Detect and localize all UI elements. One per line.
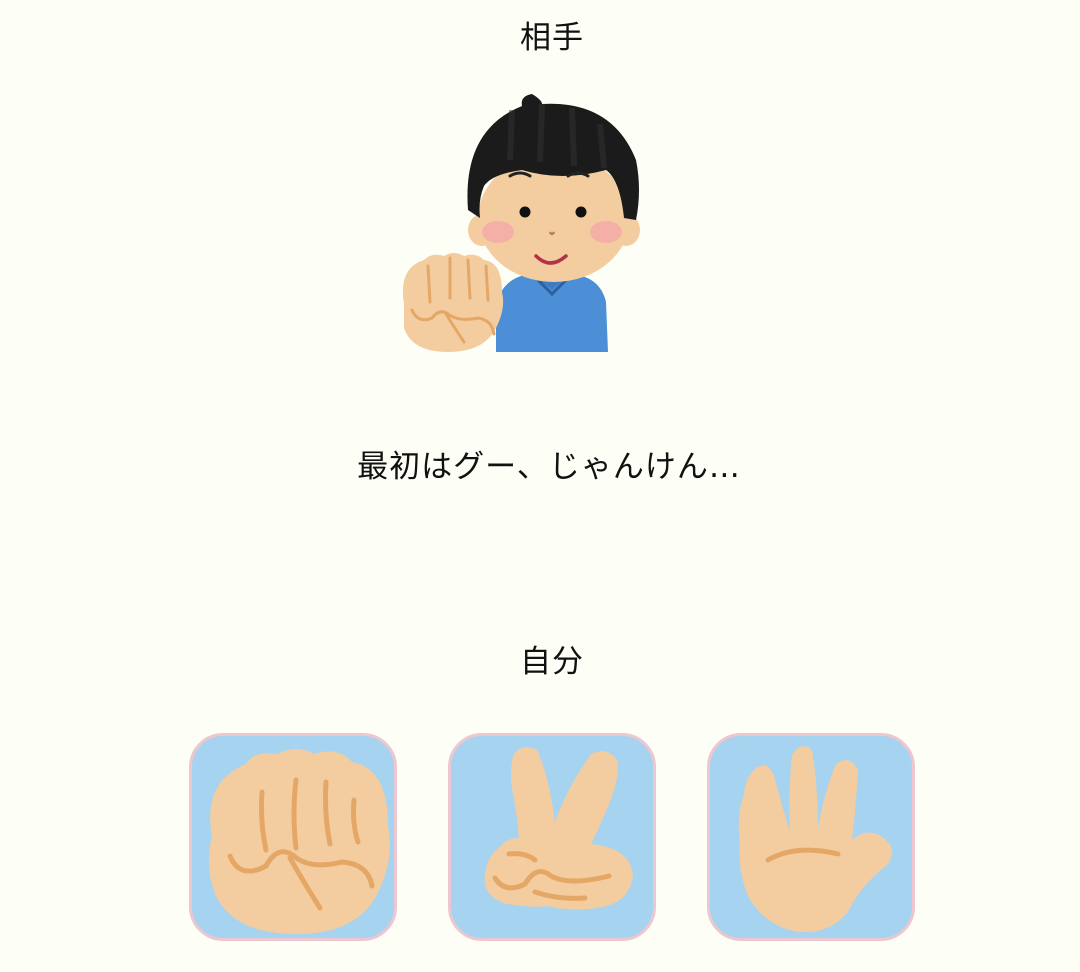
paper-button[interactable]	[707, 733, 915, 941]
scissors-button[interactable]	[448, 733, 656, 941]
opponent-illustration	[392, 90, 652, 360]
rock-hand-icon	[208, 749, 390, 935]
rock-button[interactable]	[189, 733, 397, 941]
status-message: 最初はグー、じゃんけん…	[357, 449, 741, 485]
scissors-hand-icon	[484, 747, 633, 910]
hand-choices	[189, 733, 915, 941]
paper-hand-icon	[738, 746, 892, 933]
janken-game: 相手 最初はグー、じゃんけん… 自分	[0, 0, 1080, 972]
boy-showing-rock-icon	[402, 94, 640, 352]
opponent-label: 相手	[520, 20, 584, 56]
player-label: 自分	[520, 644, 584, 680]
